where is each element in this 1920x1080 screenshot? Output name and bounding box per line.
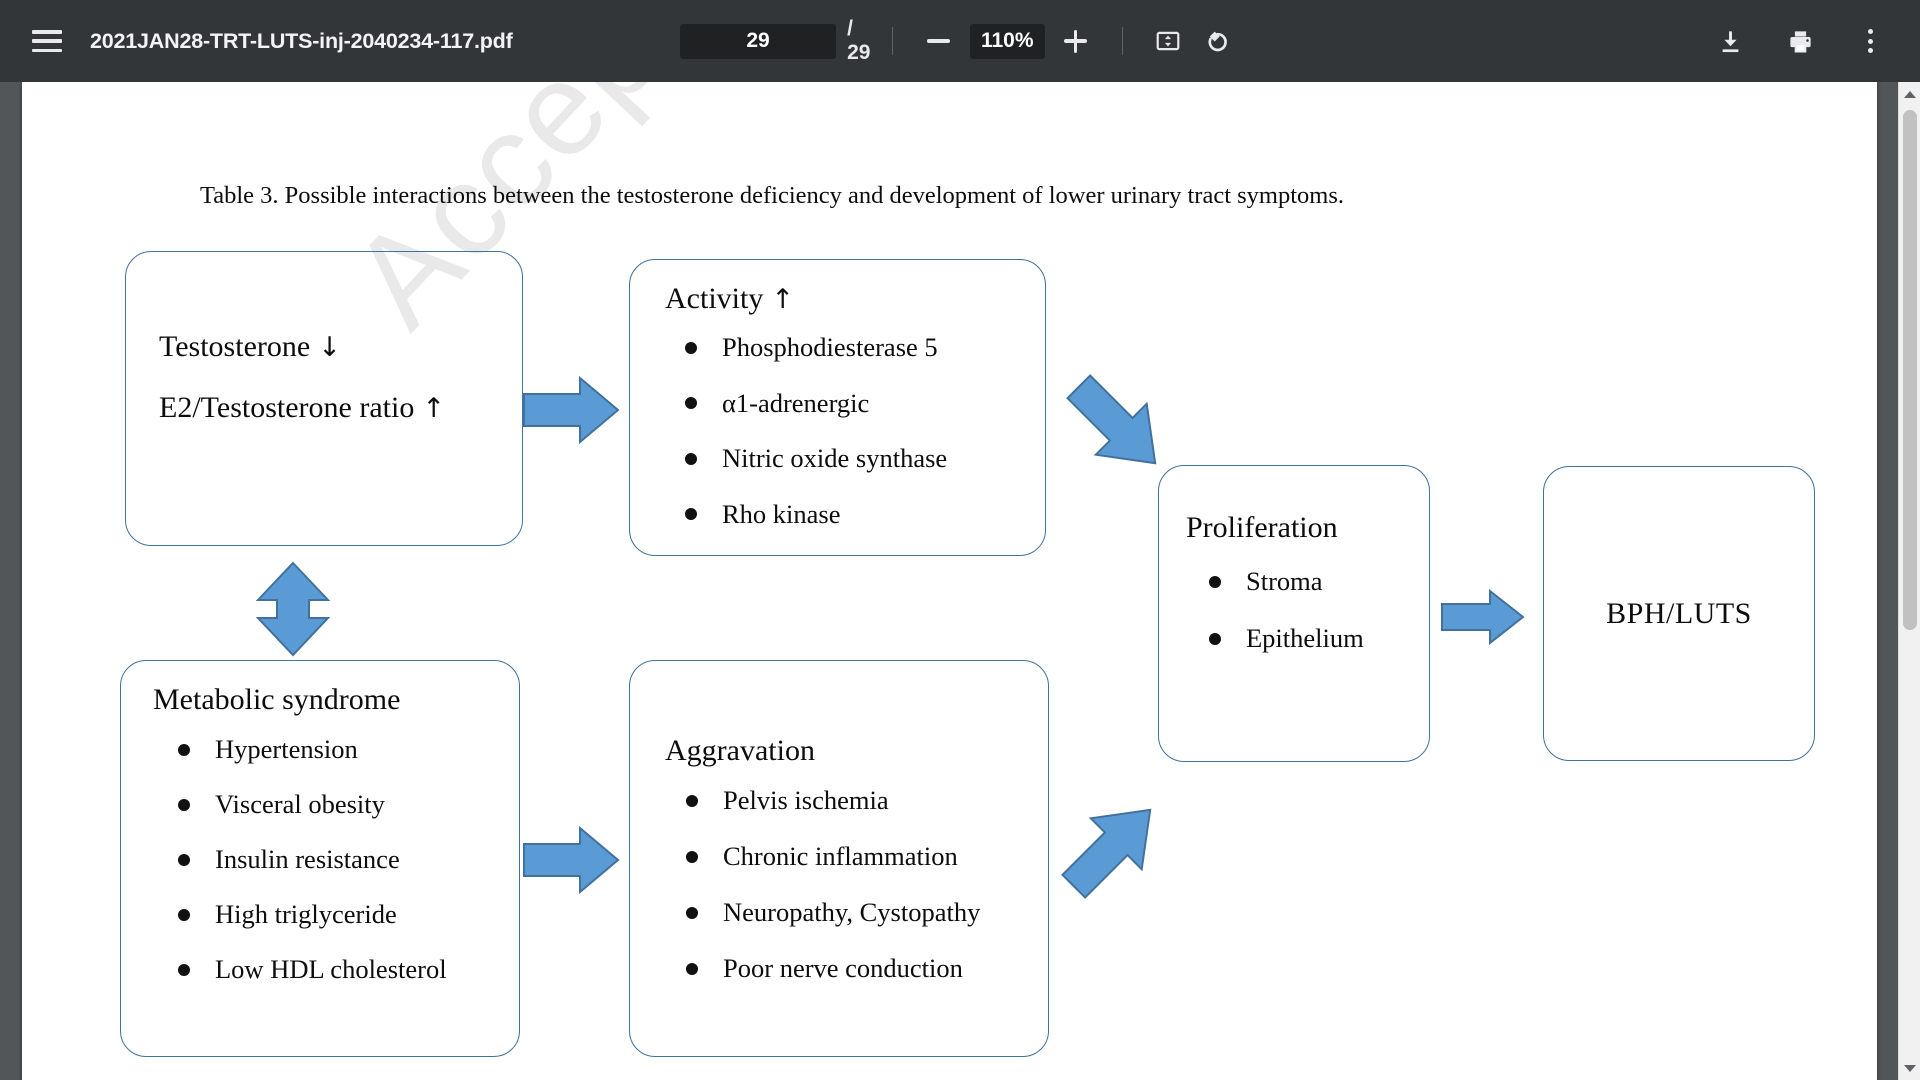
bullet-icon [686,906,698,919]
bullet-icon [686,850,698,863]
page-number-input[interactable] [680,23,837,59]
list-item: α1-adrenergic [685,388,947,419]
list-item: Phosphodiesterase 5 [685,332,947,363]
download-icon [1722,30,1738,52]
bullet-icon [685,397,697,409]
arrow-metabolic-to-aggravation-icon [523,825,620,895]
box-aggravation: Aggravation Pelvis ischemia Chronic infl… [629,660,1049,1057]
fit-to-page-button[interactable] [1144,17,1192,65]
testosterone-lines: Testosterone ↓ E2/Testosterone ratio ↑ [159,330,445,425]
list-item: Neuropathy, Cystopathy [686,897,980,928]
up-arrow-icon: ↑ [771,284,794,315]
scroll-up-button[interactable] [1899,84,1920,104]
vertical-scrollbar[interactable] [1898,82,1920,1080]
zoom-in-button[interactable] [1052,17,1100,65]
list-item: Rho kinase [685,499,947,530]
list-item: Nitric oxide synthase [685,443,947,474]
minus-icon [927,39,951,43]
up-arrow-icon: ↑ [422,393,445,424]
box-testosterone: Testosterone ↓ E2/Testosterone ratio ↑ [125,251,523,546]
bullet-icon [178,798,190,811]
toolbar-right-group [1706,0,1894,82]
list-item: Low HDL cholesterol [178,954,447,985]
page-total-label: / 29 [847,17,871,64]
viewer-left-gutter [0,82,22,1080]
arrow-testosterone-to-activity-icon [523,375,620,445]
testosterone-label: Testosterone [159,330,311,363]
bullet-icon [685,341,697,354]
scrollbar-thumb[interactable] [1903,110,1917,630]
activity-list: Phosphodiesterase 5 α1-adrenergic Nitric… [685,332,947,554]
bullet-icon [685,508,697,520]
proliferation-label: Proliferation [1186,511,1338,544]
list-item: Stroma [1209,566,1364,597]
print-button[interactable] [1776,17,1824,65]
pdf-viewer-toolbar: 2021JAN28-TRT-LUTS-inj-2040234-117.pdf /… [0,0,1920,82]
aggravation-list: Pelvis ischemia Chronic inflammation Neu… [686,785,980,1009]
testosterone-line-2: E2/Testosterone ratio ↑ [159,391,445,425]
more-options-button[interactable] [1846,17,1894,65]
bullet-icon [1209,632,1221,645]
bph-luts-label: BPH/LUTS [1606,596,1752,630]
list-item: Epithelium [1209,623,1364,654]
rotate-counterclockwise-button[interactable] [1192,17,1240,65]
list-item: Hypertension [178,734,447,765]
toolbar-left-group: 2021JAN28-TRT-LUTS-inj-2040234-117.pdf [0,29,513,54]
metabolic-label: Metabolic syndrome [153,683,401,716]
bullet-icon [686,794,698,807]
list-item: Visceral obesity [178,789,447,820]
proliferation-list: Stroma Epithelium [1209,566,1364,680]
scroll-up-arrow-icon [1904,90,1916,98]
zoom-out-button[interactable] [915,17,963,65]
bullet-icon [1209,575,1221,588]
bullet-icon [178,743,190,756]
pdf-page: Accepted Article Table 3. Possible inter… [22,82,1877,1080]
download-button[interactable] [1706,17,1754,65]
list-item: Insulin resistance [178,844,447,875]
box-metabolic-syndrome: Metabolic syndrome Hypertension Visceral… [120,660,520,1057]
bullet-icon [178,908,190,921]
scroll-down-arrow-icon [1904,1064,1916,1072]
rotate-counterclockwise-icon [1208,31,1227,51]
metabolic-list: Hypertension Visceral obesity Insulin re… [178,734,447,1009]
plus-icon [1064,29,1088,53]
bullet-icon [685,452,697,465]
pdf-viewer-canvas[interactable]: Accepted Article Table 3. Possible inter… [0,82,1920,1080]
aggravation-title: Aggravation [665,734,815,768]
arrow-proliferation-to-bph-luts-icon [1441,588,1525,646]
down-arrow-icon: ↓ [318,332,341,363]
scroll-down-button[interactable] [1899,1058,1920,1078]
list-item: High triglyceride [178,899,447,930]
zoom-level-display[interactable]: 110% [969,23,1045,59]
list-item: Poor nerve conduction [686,953,980,984]
more-options-icon [1867,29,1873,53]
hamburger-menu-icon[interactable] [32,30,62,52]
document-title: 2021JAN28-TRT-LUTS-inj-2040234-117.pdf [90,28,513,53]
bullet-icon [178,963,190,976]
fit-to-page-icon [1156,31,1180,51]
activity-title: Activity ↑ [665,282,794,316]
proliferation-title: Proliferation [1186,511,1338,545]
box-bph-luts: BPH/LUTS [1543,466,1815,761]
arrow-activity-to-proliferation-icon [1066,374,1157,465]
e2-ratio-label: E2/Testosterone ratio [159,391,415,424]
box-proliferation: Proliferation Stroma Epithelium [1158,465,1430,762]
aggravation-label: Aggravation [665,734,815,767]
arrow-testosterone-metabolic-bidirectional-icon [255,561,331,657]
toolbar-center-group: / 29 110% [680,0,1240,82]
bullet-icon [686,962,698,975]
list-item: Chronic inflammation [686,841,980,872]
testosterone-line-1: Testosterone ↓ [159,330,445,364]
activity-label: Activity [665,282,764,315]
table-caption-top: Table 3. Possible interactions between t… [200,182,1344,209]
box-activity: Activity ↑ Phosphodiesterase 5 α1-adrene… [629,259,1046,556]
bullet-icon [178,853,190,866]
metabolic-title: Metabolic syndrome [153,683,400,717]
arrow-aggravation-to-proliferation-icon [1061,808,1152,899]
list-item: Pelvis ischemia [686,785,980,816]
print-icon [1789,30,1811,53]
